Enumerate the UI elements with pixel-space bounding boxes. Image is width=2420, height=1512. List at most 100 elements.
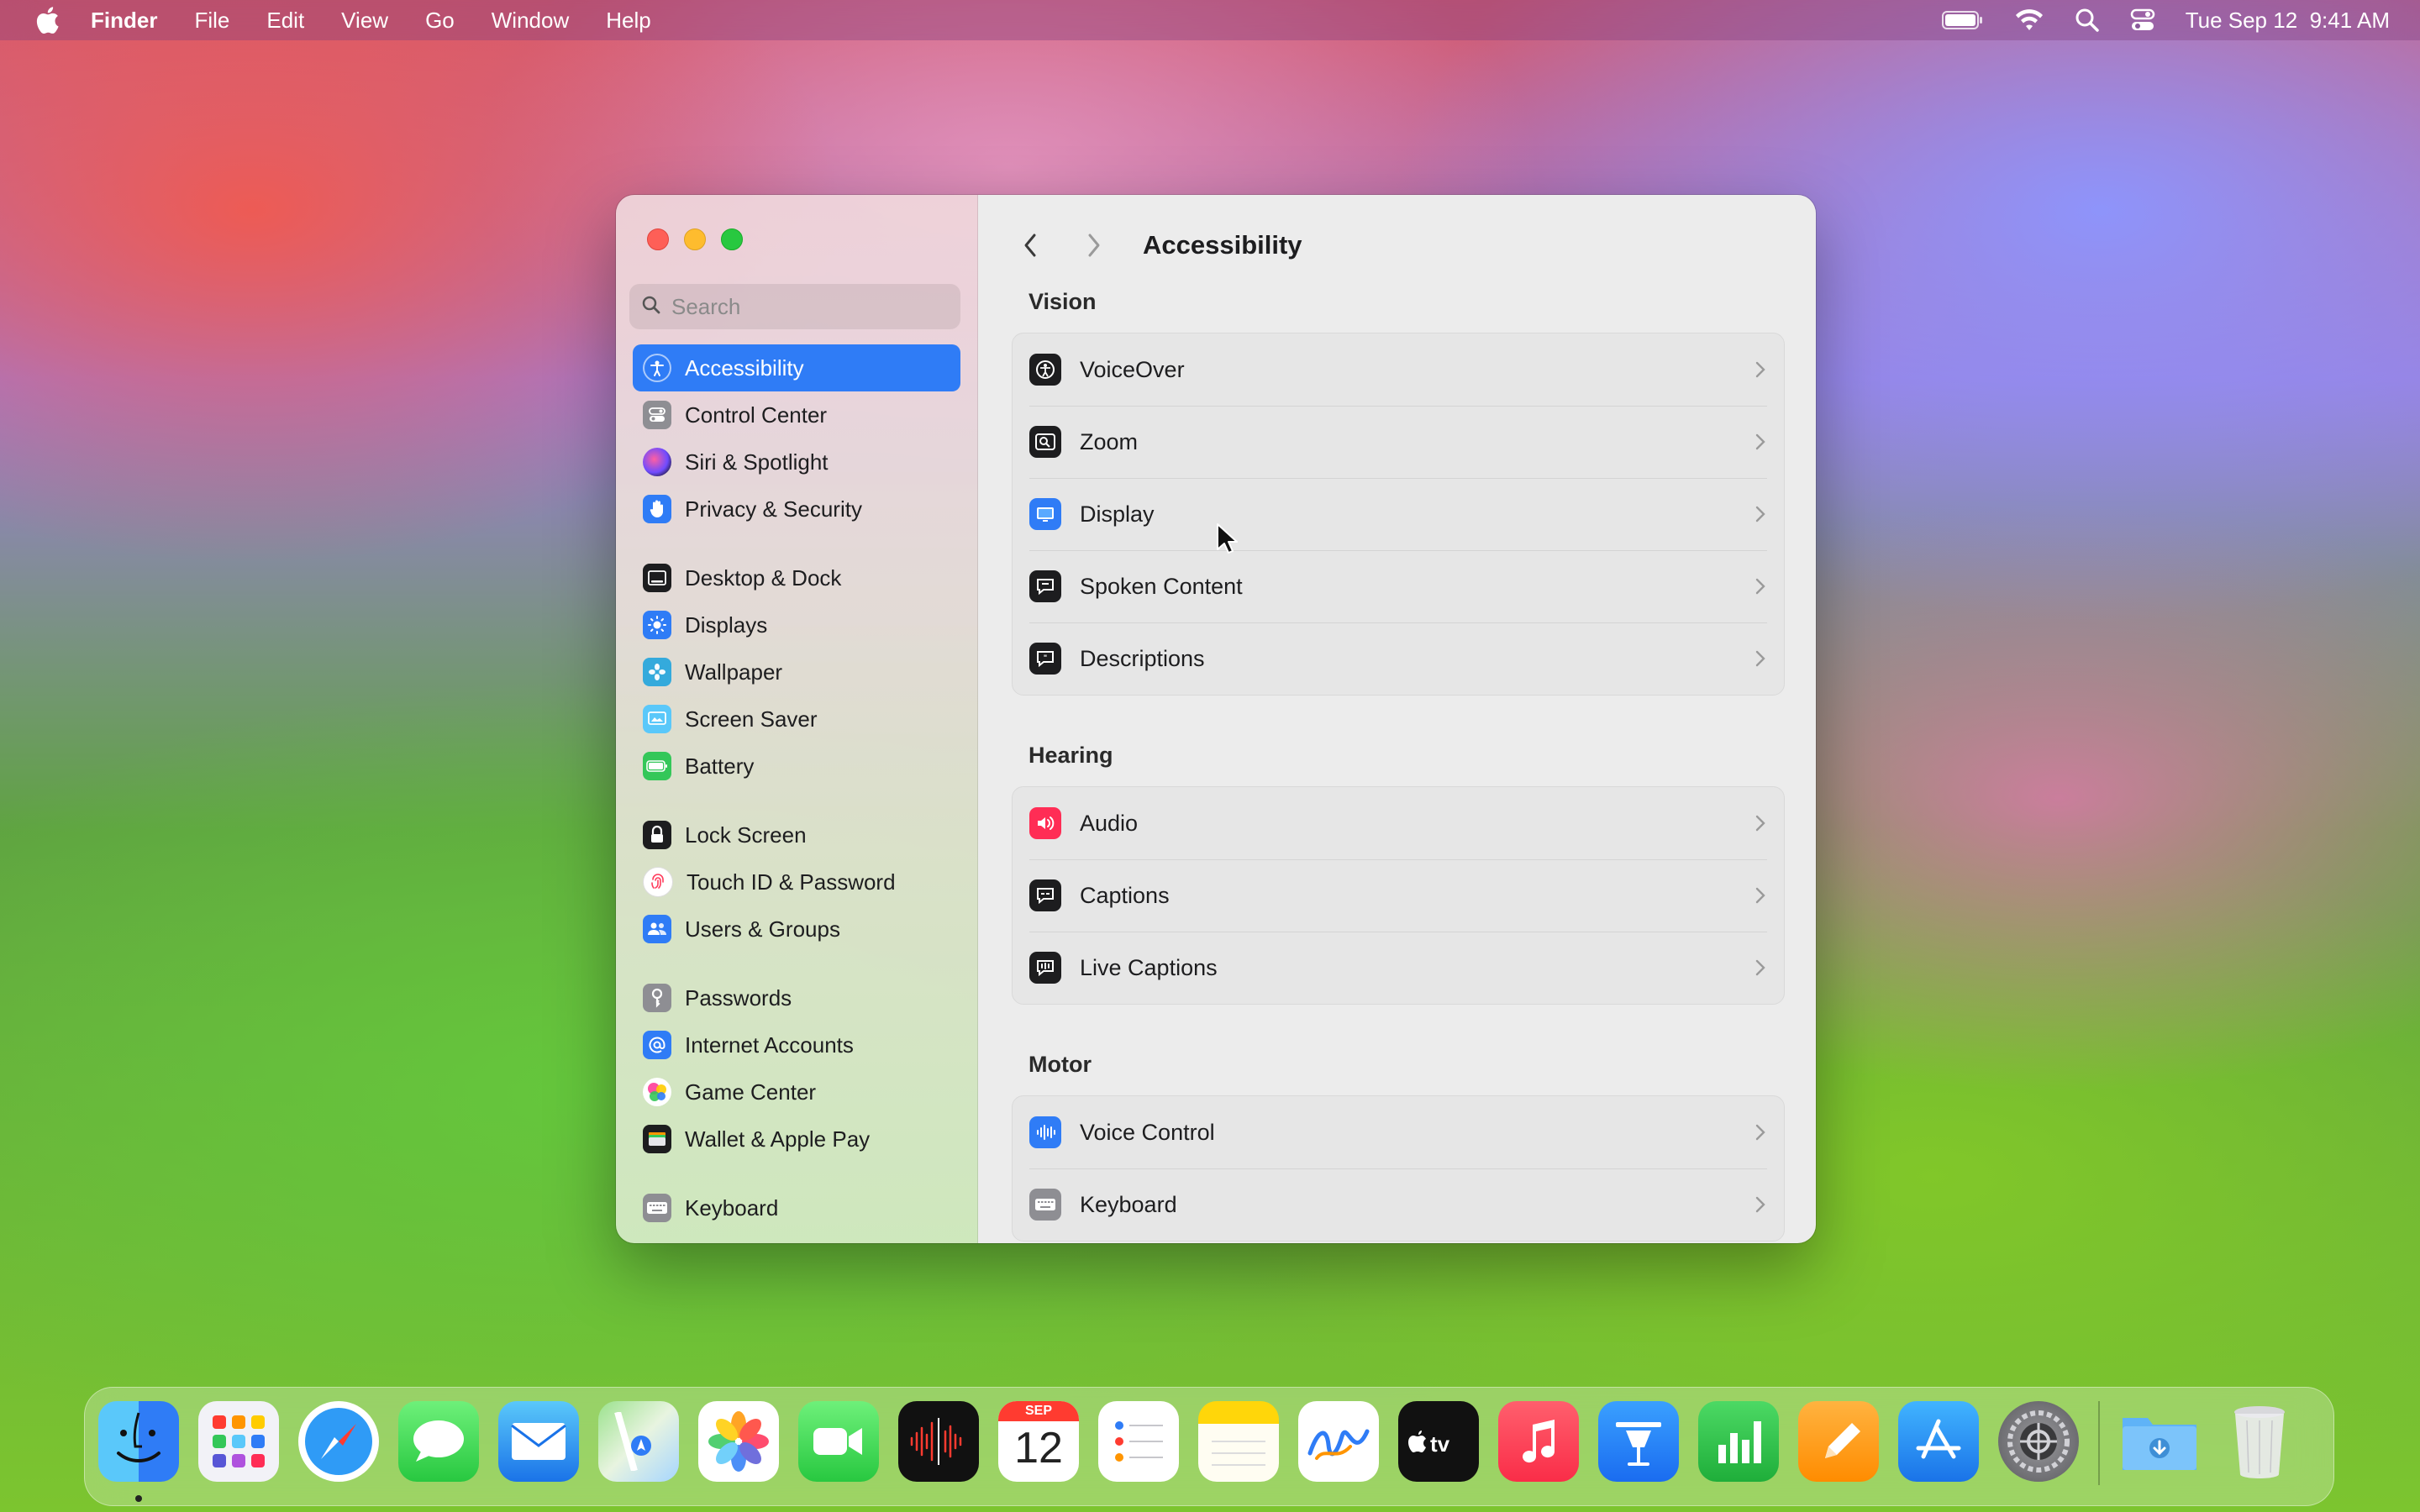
sidebar-item-label: Lock Screen	[685, 822, 807, 848]
row-voice-control[interactable]: Voice Control	[1013, 1096, 1784, 1168]
sidebar-item-label: Wallet & Apple Pay	[685, 1126, 871, 1152]
apple-menu-icon[interactable]	[30, 3, 64, 37]
accessibility-icon	[643, 354, 671, 382]
sidebar: Accessibility Control Center Siri & Spot…	[616, 195, 978, 1243]
menu-help[interactable]: Help	[606, 8, 650, 34]
row-descriptions[interactable]: " Descriptions	[1013, 622, 1784, 695]
keyboard-icon	[1029, 1189, 1061, 1221]
sidebar-item-label: Desktop & Dock	[685, 564, 842, 591]
chevron-right-icon	[1755, 1124, 1765, 1141]
menu-edit[interactable]: Edit	[266, 8, 304, 34]
pages-icon[interactable]	[1798, 1401, 1879, 1482]
sidebar-item-game-center[interactable]: Game Center	[633, 1068, 960, 1116]
sidebar-item-label: Users & Groups	[685, 916, 840, 942]
sidebar-item-label: Wallpaper	[685, 659, 783, 685]
row-zoom[interactable]: Zoom	[1013, 406, 1784, 478]
sidebar-item-lock-screen[interactable]: Lock Screen	[633, 811, 960, 858]
menu-window[interactable]: Window	[492, 8, 569, 34]
sidebar-item-screen-saver[interactable]: Screen Saver	[633, 696, 960, 743]
messages-icon[interactable]	[398, 1401, 479, 1482]
battery-icon[interactable]	[1941, 10, 1984, 30]
sidebar-item-internet-accounts[interactable]: Internet Accounts	[633, 1021, 960, 1068]
calendar-icon[interactable]: SEP 12	[998, 1401, 1079, 1482]
running-indicator	[135, 1495, 142, 1502]
row-spoken-content[interactable]: Spoken Content	[1013, 550, 1784, 622]
minimize-window-button[interactable]	[684, 228, 706, 250]
sidebar-item-accessibility[interactable]: Accessibility	[633, 344, 960, 391]
sidebar-item-battery[interactable]: Battery	[633, 743, 960, 790]
sidebar-item-displays[interactable]: Displays	[633, 601, 960, 648]
vision-group: VoiceOver Zoom Display Spoken Content " …	[1012, 333, 1785, 696]
calendar-day: 12	[1014, 1424, 1063, 1473]
wifi-icon[interactable]	[2014, 8, 2044, 32]
dock: SEP 12 tv	[84, 1387, 2334, 1506]
numbers-icon[interactable]	[1698, 1401, 1779, 1482]
back-button[interactable]	[1013, 228, 1047, 262]
zoom-window-button[interactable]	[721, 228, 743, 250]
reminders-icon[interactable]	[1098, 1401, 1179, 1482]
sidebar-item-siri-spotlight[interactable]: Siri & Spotlight	[633, 438, 960, 486]
menu-go[interactable]: Go	[425, 8, 455, 34]
freeform-icon[interactable]	[1298, 1401, 1379, 1482]
row-captions[interactable]: Captions	[1013, 859, 1784, 932]
safari-icon[interactable]	[298, 1401, 379, 1482]
row-live-captions[interactable]: Live Captions	[1013, 932, 1784, 1004]
trash-icon[interactable]	[2219, 1401, 2300, 1482]
section-title-motor: Motor	[1028, 1052, 1092, 1077]
row-audio[interactable]: Audio	[1013, 787, 1784, 859]
maps-icon[interactable]	[598, 1401, 679, 1482]
notes-icon[interactable]	[1198, 1401, 1279, 1482]
wallet-icon	[643, 1125, 671, 1153]
sidebar-item-touch-id-password[interactable]: Touch ID & Password	[633, 858, 960, 906]
photos-icon[interactable]	[698, 1401, 779, 1482]
sidebar-item-control-center[interactable]: Control Center	[633, 391, 960, 438]
sidebar-search[interactable]	[629, 284, 960, 329]
close-window-button[interactable]	[647, 228, 669, 250]
row-display[interactable]: Display	[1013, 478, 1784, 550]
downloads-folder-icon[interactable]	[2119, 1401, 2200, 1482]
siri-icon	[643, 448, 671, 476]
sidebar-item-keyboard[interactable]: Keyboard	[633, 1184, 960, 1231]
menu-app-name[interactable]: Finder	[91, 8, 157, 34]
sidebar-item-privacy-security[interactable]: Privacy & Security	[633, 486, 960, 533]
forward-button[interactable]	[1077, 228, 1111, 262]
row-label: Voice Control	[1080, 1119, 1215, 1145]
sidebar-item-users-groups[interactable]: Users & Groups	[633, 906, 960, 953]
facetime-icon[interactable]	[798, 1401, 879, 1482]
music-icon[interactable]	[1498, 1401, 1579, 1482]
mouse-pointer-icon	[1216, 522, 1239, 560]
menu-file[interactable]: File	[194, 8, 229, 34]
sidebar-item-wallet-apple-pay[interactable]: Wallet & Apple Pay	[633, 1116, 960, 1163]
chevron-right-icon	[1755, 815, 1765, 832]
system-settings-icon[interactable]	[1998, 1401, 2079, 1482]
menu-clock[interactable]: Tue Sep 12 9:41 AM	[2186, 8, 2390, 34]
finder-icon[interactable]	[98, 1401, 179, 1482]
sidebar-item-label: Accessibility	[685, 354, 804, 381]
keynote-icon[interactable]	[1598, 1401, 1679, 1482]
section-title-hearing: Hearing	[1028, 743, 1113, 768]
voice-memos-icon[interactable]	[898, 1401, 979, 1482]
descriptions-icon: "	[1029, 643, 1061, 675]
calendar-month: SEP	[998, 1401, 1079, 1421]
spotlight-search-icon[interactable]	[2075, 8, 2100, 33]
launchpad-icon[interactable]	[198, 1401, 279, 1482]
sidebar-item-passwords[interactable]: Passwords	[633, 974, 960, 1021]
control-center-icon[interactable]	[2130, 8, 2155, 33]
menu-bar: Finder File Edit View Go Window Help Tue…	[0, 0, 2420, 40]
page-title: Accessibility	[1143, 230, 1302, 260]
apple-tv-icon[interactable]: tv	[1398, 1401, 1479, 1482]
voice-control-icon	[1029, 1116, 1061, 1148]
sidebar-item-label: Displays	[685, 612, 768, 638]
row-label: Zoom	[1080, 428, 1139, 454]
search-input[interactable]	[670, 292, 942, 321]
sidebar-item-desktop-dock[interactable]: Desktop & Dock	[633, 554, 960, 601]
menu-view[interactable]: View	[341, 8, 388, 34]
chevron-right-icon	[1755, 650, 1765, 667]
row-voiceover[interactable]: VoiceOver	[1013, 333, 1784, 406]
displays-icon	[643, 611, 671, 639]
mail-icon[interactable]	[498, 1401, 579, 1482]
app-store-icon[interactable]	[1898, 1401, 1979, 1482]
row-keyboard[interactable]: Keyboard	[1013, 1168, 1784, 1241]
sidebar-item-label: Privacy & Security	[685, 496, 862, 522]
sidebar-item-wallpaper[interactable]: Wallpaper	[633, 648, 960, 696]
